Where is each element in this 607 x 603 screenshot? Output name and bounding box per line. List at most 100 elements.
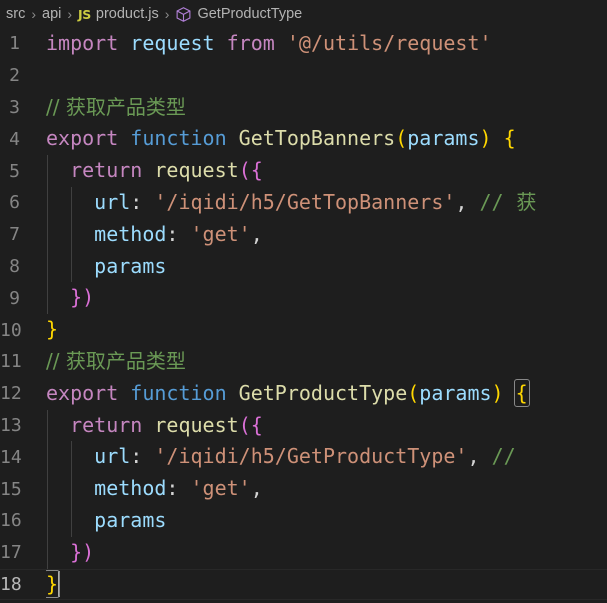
line-content[interactable]: method: 'get', [46, 219, 607, 251]
token-property-params: params [94, 254, 166, 278]
breadcrumb-label-product-js: product.js [96, 6, 159, 22]
line-number: 8 [0, 256, 46, 277]
token-colon: : [130, 190, 142, 214]
line-number: 11 [0, 351, 46, 372]
line-content[interactable]: import request from '@/utils/request' [46, 28, 607, 60]
token-space [142, 413, 154, 437]
breadcrumb-item-product-js[interactable]: JS product.js [76, 6, 161, 22]
line-content[interactable]: return request({ [46, 410, 607, 442]
indent-guide [47, 187, 48, 219]
indent-guide [47, 410, 48, 442]
editor-line[interactable]: 9 }) [0, 282, 607, 314]
token-space [467, 190, 479, 214]
code-editor[interactable]: 1 import request from '@/utils/request' … [0, 28, 607, 603]
indent-guide [47, 282, 48, 314]
breadcrumb-item-get-product-type[interactable]: GetProductType [173, 6, 304, 23]
token-property-params: params [94, 508, 166, 532]
token-call-request: request [154, 158, 238, 182]
token-paren-close: ) [82, 540, 94, 564]
breadcrumb: src › api › JS product.js › GetProductTy… [0, 0, 607, 28]
indent-guide [47, 441, 48, 473]
line-number: 12 [0, 383, 46, 404]
token-space [227, 381, 239, 405]
token-colon: : [166, 222, 178, 246]
token-space [492, 126, 504, 150]
token-keyword-function: function [130, 381, 226, 405]
token-string-get: 'get' [191, 222, 251, 246]
line-content[interactable]: export function GetTopBanners(params) { [46, 123, 607, 155]
editor-line[interactable]: 3 // 获取产品类型 [0, 92, 607, 124]
editor-line[interactable]: 4 export function GetTopBanners(params) … [0, 123, 607, 155]
token-comma: , [455, 190, 467, 214]
token-space [118, 126, 130, 150]
token-keyword-export: export [46, 381, 118, 405]
editor-line[interactable]: 11 // 获取产品类型 [0, 346, 607, 378]
token-space [178, 222, 190, 246]
line-content[interactable]: url: '/iqidi/h5/GetTopBanners', // 获 [46, 187, 607, 219]
editor-line[interactable]: 17 }) [0, 537, 607, 569]
line-number: 17 [0, 542, 46, 563]
line-content[interactable]: // 获取产品类型 [46, 92, 607, 124]
breadcrumb-separator: › [161, 6, 174, 22]
token-colon: : [130, 444, 142, 468]
indent-guide [47, 251, 48, 283]
line-content[interactable]: params [46, 251, 607, 283]
line-number: 3 [0, 97, 46, 118]
line-content[interactable]: export function GetProductType(params) { [46, 378, 607, 410]
token-string-url: '/iqidi/h5/GetTopBanners' [154, 190, 455, 214]
token-brace-close: } [70, 285, 82, 309]
token-comma: , [251, 222, 263, 246]
editor-line[interactable]: 1 import request from '@/utils/request' [0, 28, 607, 60]
editor-line[interactable]: 13 return request({ [0, 410, 607, 442]
line-number: 10 [0, 320, 46, 341]
symbol-module-icon [175, 6, 192, 23]
editor-line[interactable]: 10 } [0, 314, 607, 346]
line-content[interactable]: } [46, 314, 607, 346]
indent-guide [47, 505, 48, 537]
line-number: 15 [0, 479, 46, 500]
line-content[interactable]: params [46, 505, 607, 537]
editor-line[interactable]: 2 [0, 60, 607, 92]
line-content[interactable]: url: '/iqidi/h5/GetProductType', // [46, 441, 607, 473]
line-number: 2 [0, 65, 46, 86]
token-paren-close: ) [82, 285, 94, 309]
token-space [215, 31, 227, 55]
indent-guide [47, 155, 48, 187]
token-brace-open: { [251, 413, 263, 437]
line-number: 13 [0, 415, 46, 436]
editor-line[interactable]: 8 params [0, 251, 607, 283]
editor-line[interactable]: 12 export function GetProductType(params… [0, 378, 607, 410]
editor-line-current[interactable]: 18 } [0, 569, 607, 601]
line-content[interactable]: }) [46, 282, 607, 314]
breadcrumb-item-api[interactable]: api [40, 6, 63, 22]
editor-line[interactable]: 14 url: '/iqidi/h5/GetProductType', // [0, 441, 607, 473]
token-space [227, 126, 239, 150]
indent-guide [71, 187, 72, 219]
line-number: 1 [0, 33, 46, 54]
token-brace-close-matched: } [46, 572, 58, 596]
breadcrumb-label-api: api [42, 6, 61, 22]
editor-line[interactable]: 15 method: 'get', [0, 473, 607, 505]
line-content[interactable]: // 获取产品类型 [46, 346, 607, 378]
token-string-get: 'get' [191, 476, 251, 500]
line-number-active: 18 [0, 574, 46, 595]
token-indent [46, 285, 70, 309]
editor-line[interactable]: 7 method: 'get', [0, 219, 607, 251]
breadcrumb-item-src[interactable]: src [4, 6, 27, 22]
breadcrumb-label-get-product-type: GetProductType [197, 6, 302, 22]
editor-line[interactable]: 6 url: '/iqidi/h5/GetTopBanners', // 获 [0, 187, 607, 219]
token-comma: , [251, 476, 263, 500]
line-content[interactable]: } [46, 569, 607, 601]
line-content[interactable]: return request({ [46, 155, 607, 187]
token-comment-trailing: // [480, 190, 504, 214]
line-content[interactable]: method: 'get', [46, 473, 607, 505]
js-file-icon: JS [78, 7, 91, 22]
line-content[interactable]: }) [46, 537, 607, 569]
indent-guide [71, 441, 72, 473]
token-comma: , [467, 444, 479, 468]
token-space [142, 444, 154, 468]
editor-line[interactable]: 5 return request({ [0, 155, 607, 187]
token-space [118, 381, 130, 405]
token-property-url: url [94, 444, 130, 468]
editor-line[interactable]: 16 params [0, 505, 607, 537]
